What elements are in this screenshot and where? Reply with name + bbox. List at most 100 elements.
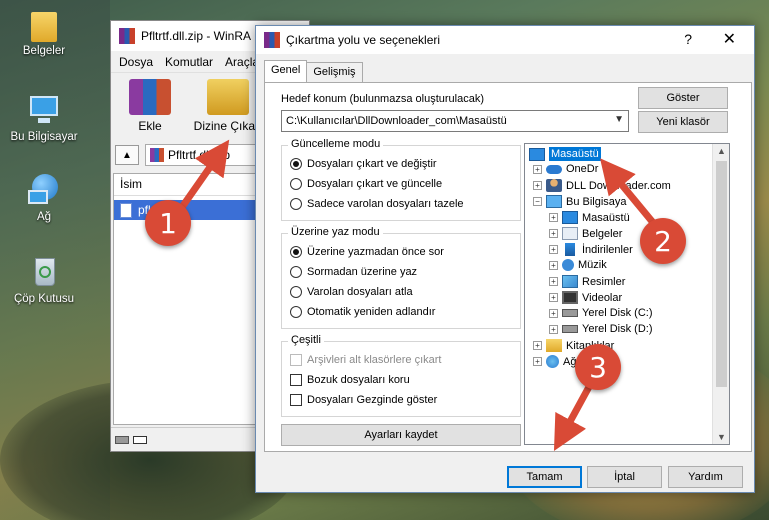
expand-icon[interactable]: + (549, 308, 558, 318)
radio-button[interactable] (290, 246, 302, 258)
expand-icon[interactable]: + (533, 181, 542, 190)
chevron-down-icon[interactable]: ▼ (614, 114, 624, 125)
tree-item-documents[interactable]: + Belgeler (549, 227, 622, 240)
ok-button[interactable]: Tamam (507, 466, 582, 488)
drive-icon[interactable] (115, 435, 129, 444)
new-folder-button[interactable]: Yeni klasör (638, 111, 728, 133)
tree-item-pictures[interactable]: + Resimler (549, 275, 625, 288)
radio-button[interactable] (290, 158, 302, 170)
tree-item-disk-c[interactable]: + Yerel Disk (C:) (549, 307, 653, 319)
tree-item-label: OneDr (566, 163, 599, 175)
desktop-icon-label: Belgeler (22, 45, 66, 57)
up-folder-button[interactable]: ▲ (115, 145, 139, 165)
expand-icon[interactable]: + (549, 245, 558, 254)
dialog-titlebar[interactable]: Çıkartma yolu ve seçenekleri ? ✕ (256, 26, 754, 54)
destination-label: Hedef konum (bulunmazsa oluşturulacak) (281, 93, 484, 105)
expand-icon[interactable]: + (549, 229, 558, 238)
radio-button[interactable] (290, 178, 302, 190)
tree-item-disk-d[interactable]: + Yerel Disk (D:) (549, 323, 653, 335)
overwrite-option-overwrite[interactable]: Sormadan üzerine yaz (290, 266, 417, 278)
step-badge-2: 2 (640, 218, 686, 264)
option-label: Varolan dosyaları atla (307, 286, 413, 298)
archive-icon (150, 148, 164, 162)
menu-araclar[interactable]: Araçla (225, 55, 259, 69)
radio-button[interactable] (290, 306, 302, 318)
tree-item-label: İndirilenler (582, 243, 633, 256)
tree-item-label: Masaüstü (582, 211, 630, 224)
destination-path-combo[interactable]: C:\Kullanıcılar\DllDownloader_com\Masaüs… (281, 110, 629, 132)
overwrite-mode-group: Üzerine yaz modu Üzerine yazmadan önce s… (281, 226, 521, 329)
update-mode-option-replace[interactable]: Dosyaları çıkart ve değiştir (290, 158, 437, 170)
desktop-icon-documents[interactable]: Belgeler (2, 12, 86, 57)
update-mode-option-freshen[interactable]: Sadece varolan dosyaları tazele (290, 198, 464, 210)
tree-item-pc-desktop[interactable]: + Masaüstü (549, 211, 630, 224)
tree-item-network[interactable]: + Ağ (533, 355, 576, 368)
overwrite-option-ask[interactable]: Üzerine yazmadan önce sor (290, 246, 444, 258)
computer-icon (26, 92, 62, 128)
desktop-icon-recycle-bin[interactable]: Çöp Kutusu (2, 254, 86, 305)
tree-item-label: Bu Bilgisaya (566, 195, 627, 208)
misc-option-keep-broken[interactable]: Bozuk dosyaları koru (290, 374, 410, 386)
help-icon[interactable]: ? (684, 31, 692, 47)
radio-button[interactable] (290, 266, 302, 278)
tree-item-this-pc[interactable]: − Bu Bilgisaya (533, 195, 627, 208)
tab-gelismis[interactable]: Gelişmiş (306, 62, 363, 82)
menu-dosya[interactable]: Dosya (119, 55, 153, 69)
option-label: Dosyaları Gezginde göster (307, 394, 438, 406)
expand-icon[interactable]: + (549, 213, 558, 222)
extract-to-button[interactable]: Dizine Çıkart (191, 79, 265, 135)
collapse-icon[interactable]: − (533, 197, 542, 206)
radio-button[interactable] (290, 286, 302, 298)
update-mode-option-update[interactable]: Dosyaları çıkart ve güncelle (290, 178, 442, 190)
tab-genel[interactable]: Genel (264, 60, 308, 82)
desktop-icon-this-pc[interactable]: Bu Bilgisayar (2, 92, 86, 143)
option-label: Sadece varolan dosyaları tazele (307, 198, 464, 210)
expand-icon[interactable]: + (533, 357, 542, 366)
expand-icon[interactable]: + (549, 324, 558, 334)
misc-title: Çeşitli (288, 334, 324, 346)
tree-scrollbar[interactable]: ▲ ▼ (712, 144, 729, 444)
save-settings-button[interactable]: Ayarları kaydet (281, 424, 521, 446)
scrollbar-thumb[interactable] (716, 161, 727, 387)
expand-icon[interactable]: + (533, 341, 542, 350)
close-icon[interactable]: ✕ (723, 29, 736, 49)
key-icon[interactable] (133, 435, 147, 444)
desktop-icon-network[interactable]: Ağ (2, 172, 86, 223)
help-button[interactable]: Yardım (668, 466, 743, 488)
tree-item-user[interactable]: + DLL Downloader.com (533, 179, 671, 192)
tree-item-downloads[interactable]: + İndirilenler (549, 243, 633, 256)
up-arrow-icon: ▲ (122, 149, 132, 161)
tree-item-videos[interactable]: + Videolar (549, 291, 622, 304)
scroll-down-icon[interactable]: ▼ (717, 432, 726, 442)
folder-icon (31, 12, 57, 42)
misc-option-show-in-explorer[interactable]: Dosyaları Gezginde göster (290, 394, 437, 406)
overwrite-option-rename[interactable]: Otomatik yeniden adlandır (290, 306, 435, 318)
expand-icon[interactable]: + (549, 277, 558, 286)
misc-group: Çeşitli Arşivleri alt klasörlere çıkart … (281, 334, 521, 417)
scroll-up-icon[interactable]: ▲ (717, 146, 726, 156)
checkbox[interactable] (290, 394, 302, 406)
cancel-button[interactable]: İptal (587, 466, 662, 488)
archive-path-text: Pfltrtf.dll.zip (168, 148, 231, 162)
menu-komutlar[interactable]: Komutlar (165, 55, 213, 69)
radio-button[interactable] (290, 198, 302, 210)
tree-item-music[interactable]: + Müzik (549, 259, 607, 271)
checkbox (290, 354, 302, 366)
recycle-bin-icon (26, 254, 62, 290)
folder-tree[interactable]: Masaüstü + OneDr + DLL Downloader.com − … (524, 143, 730, 445)
show-button[interactable]: Göster (638, 87, 728, 109)
step-badge-3: 3 (575, 344, 621, 390)
expand-icon[interactable]: + (549, 293, 558, 302)
checkbox[interactable] (290, 374, 302, 386)
expand-icon[interactable]: + (533, 164, 542, 174)
tree-item-desktop[interactable]: Masaüstü (529, 146, 602, 162)
overwrite-option-skip[interactable]: Varolan dosyaları atla (290, 286, 413, 298)
update-mode-group: Güncelleme modu Dosyaları çıkart ve deği… (281, 138, 521, 221)
expand-icon[interactable]: + (549, 260, 558, 270)
network-icon (546, 355, 559, 368)
tree-item-label: Yerel Disk (C:) (582, 307, 653, 319)
add-button[interactable]: Ekle (123, 79, 177, 135)
tree-item-onedrive[interactable]: + OneDr (533, 163, 598, 175)
winrar-app-icon (119, 28, 135, 44)
tree-item-label: Resimler (582, 275, 626, 288)
